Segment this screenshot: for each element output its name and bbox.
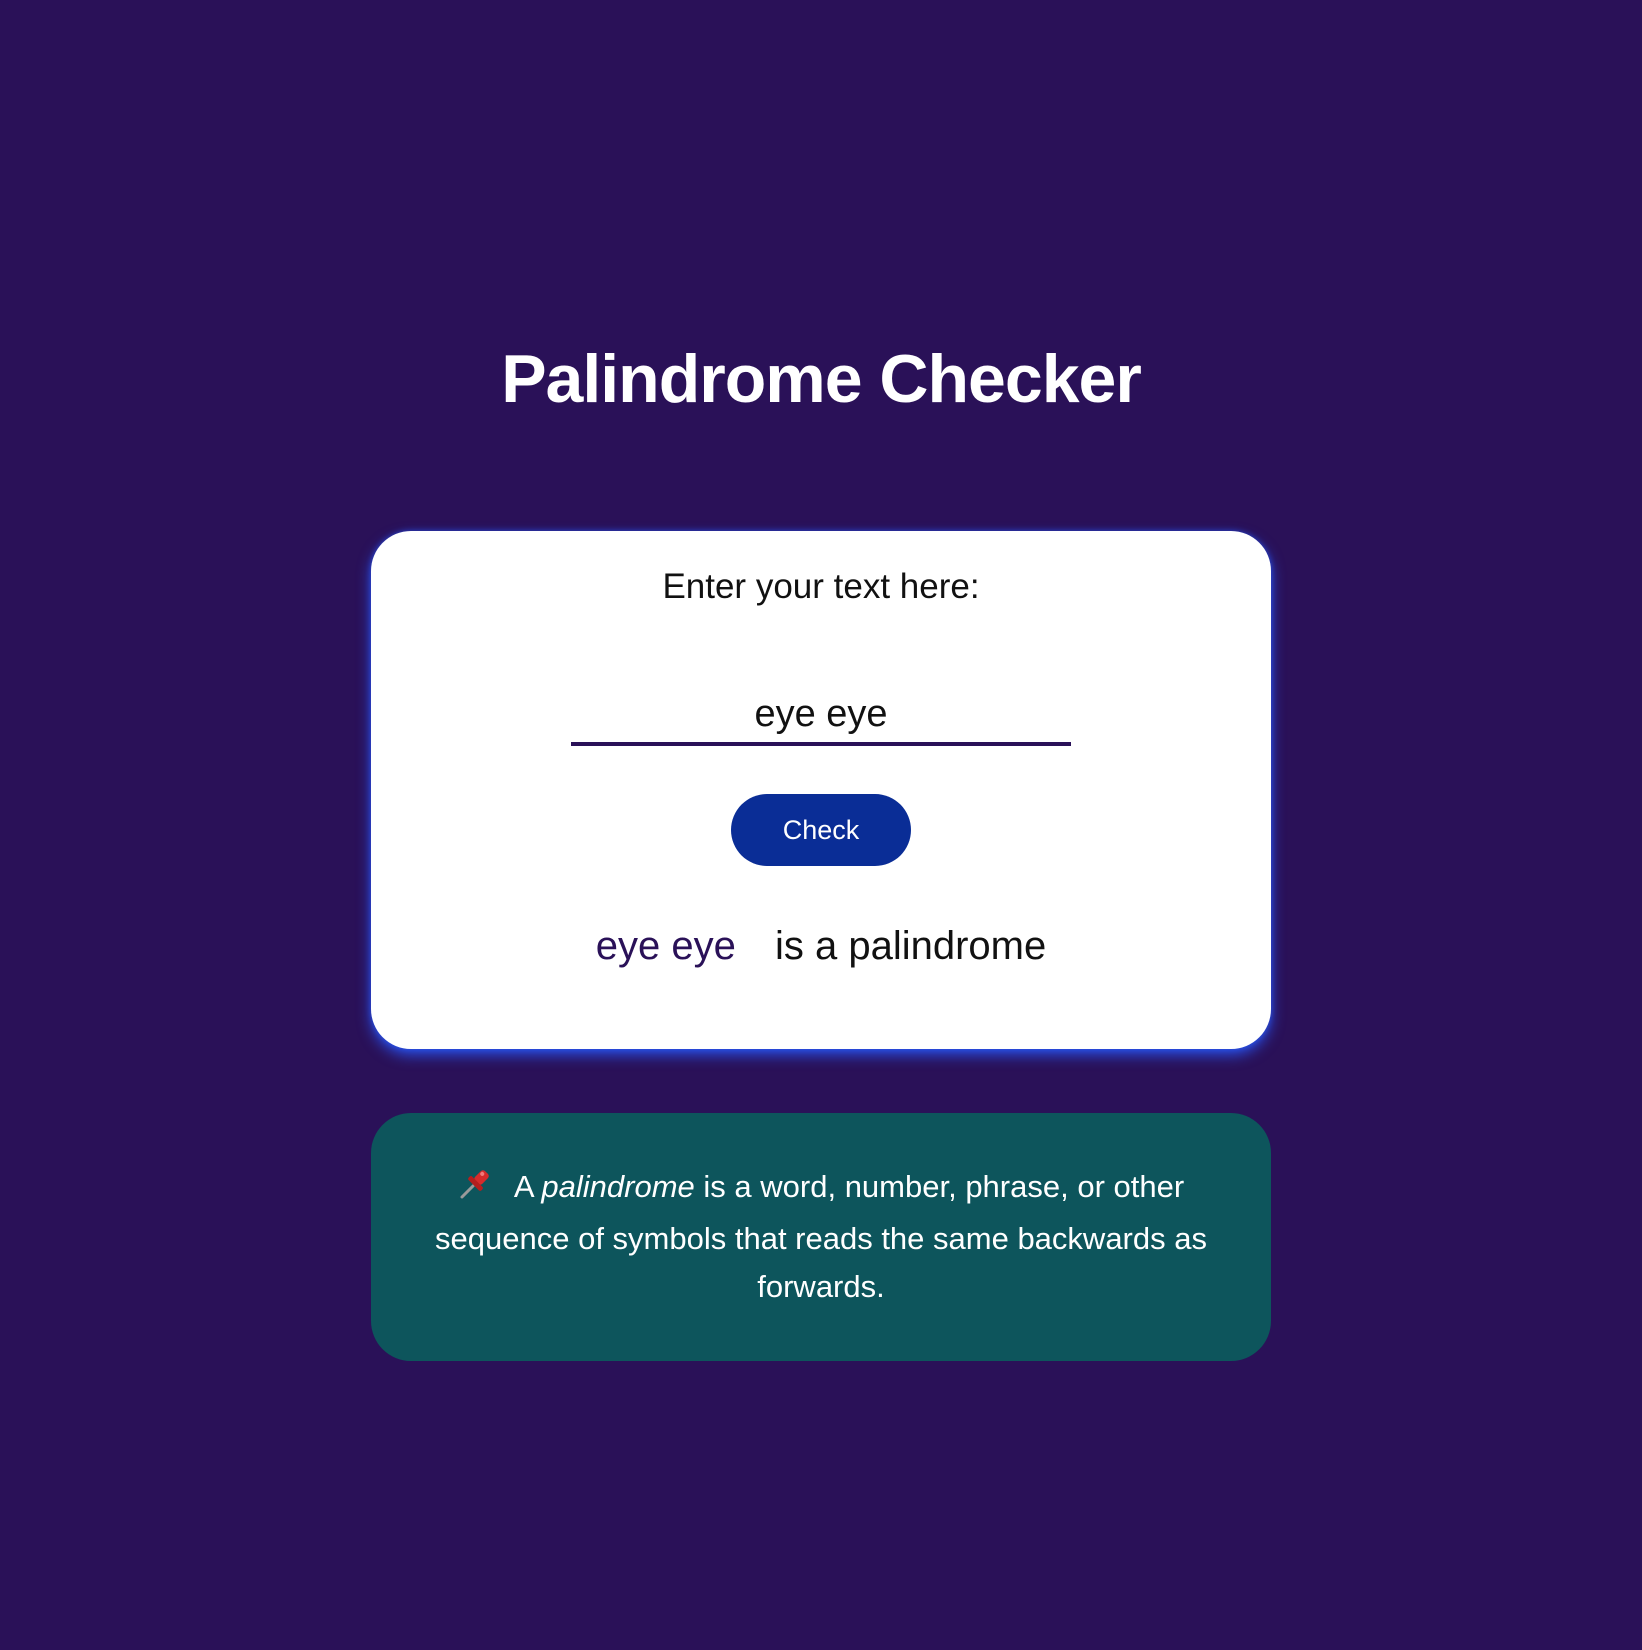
check-button[interactable]: Check: [731, 794, 911, 866]
info-prefix: A: [513, 1169, 533, 1204]
info-text: A palindrome is a word, number, phrase, …: [431, 1163, 1211, 1311]
info-card: A palindrome is a word, number, phrase, …: [371, 1113, 1271, 1361]
input-label: Enter your text here:: [662, 567, 980, 606]
info-term: palindrome: [541, 1169, 695, 1204]
result-message: eye eye is a palindrome: [371, 924, 1271, 969]
pushpin-icon: [458, 1167, 492, 1215]
result-input-text: eye eye: [595, 924, 736, 968]
page-title: Palindrome Checker: [501, 341, 1142, 417]
checker-card: Enter your text here: Check eye eye is a…: [371, 531, 1271, 1049]
text-input[interactable]: [571, 686, 1071, 746]
result-status-text: is a palindrome: [774, 924, 1047, 968]
